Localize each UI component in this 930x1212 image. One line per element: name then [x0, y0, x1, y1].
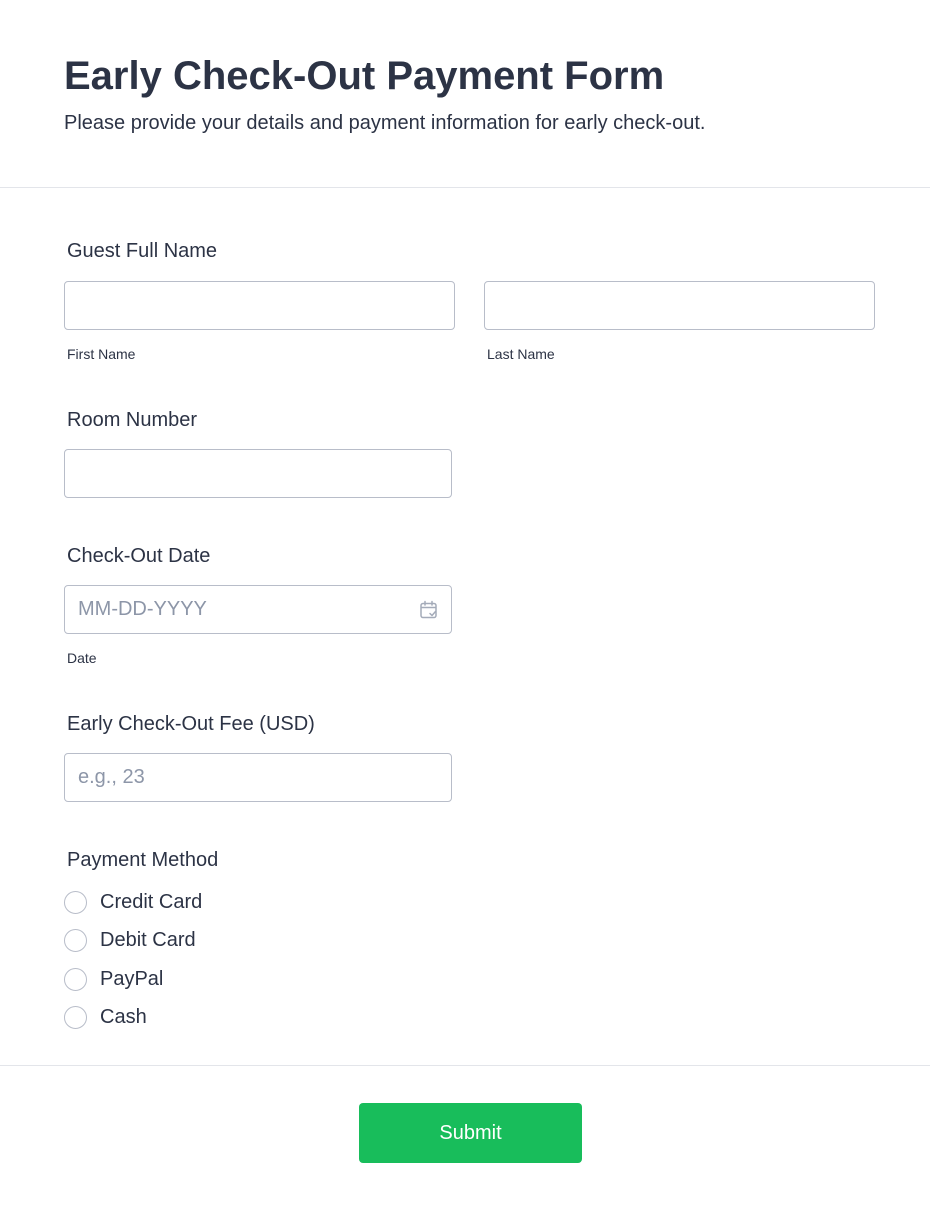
form-subtitle: Please provide your details and payment … [64, 112, 706, 134]
checkout-date-input[interactable] [64, 585, 452, 634]
payment-option-paypal[interactable]: PayPal [64, 966, 163, 992]
form-page: Early Check-Out Payment Form Please prov… [0, 0, 930, 1212]
calendar-icon[interactable] [419, 600, 439, 620]
form-header: Early Check-Out Payment Form Please prov… [0, 0, 930, 188]
last-name-sublabel: Last Name [487, 346, 555, 362]
radio-label: Debit Card [100, 929, 196, 951]
radio-button[interactable] [64, 928, 87, 952]
radio-button[interactable] [64, 1005, 87, 1029]
payment-method-label: Payment Method [67, 849, 219, 871]
room-number-label: Room Number [67, 409, 198, 431]
radio-button[interactable] [64, 967, 87, 991]
radio-button[interactable] [64, 890, 87, 914]
submit-button[interactable]: Submit [359, 1103, 582, 1163]
fee-input[interactable] [64, 753, 452, 802]
last-name-input[interactable] [484, 281, 875, 330]
radio-label: PayPal [100, 968, 164, 990]
radio-label: Cash [100, 1006, 147, 1028]
first-name-input[interactable] [64, 281, 455, 330]
checkout-date-label: Check-Out Date [67, 545, 211, 567]
payment-option-cash[interactable]: Cash [64, 1004, 147, 1030]
checkout-date-sublabel: Date [67, 650, 97, 666]
payment-option-credit-card[interactable]: Credit Card [64, 889, 202, 915]
guest-name-label: Guest Full Name [67, 240, 218, 262]
radio-label: Credit Card [100, 891, 203, 913]
footer-divider [0, 1065, 930, 1066]
payment-option-debit-card[interactable]: Debit Card [64, 927, 196, 953]
room-number-input[interactable] [64, 449, 452, 498]
first-name-sublabel: First Name [67, 346, 136, 362]
fee-label: Early Check-Out Fee (USD) [67, 713, 315, 735]
form-title: Early Check-Out Payment Form [64, 54, 665, 98]
